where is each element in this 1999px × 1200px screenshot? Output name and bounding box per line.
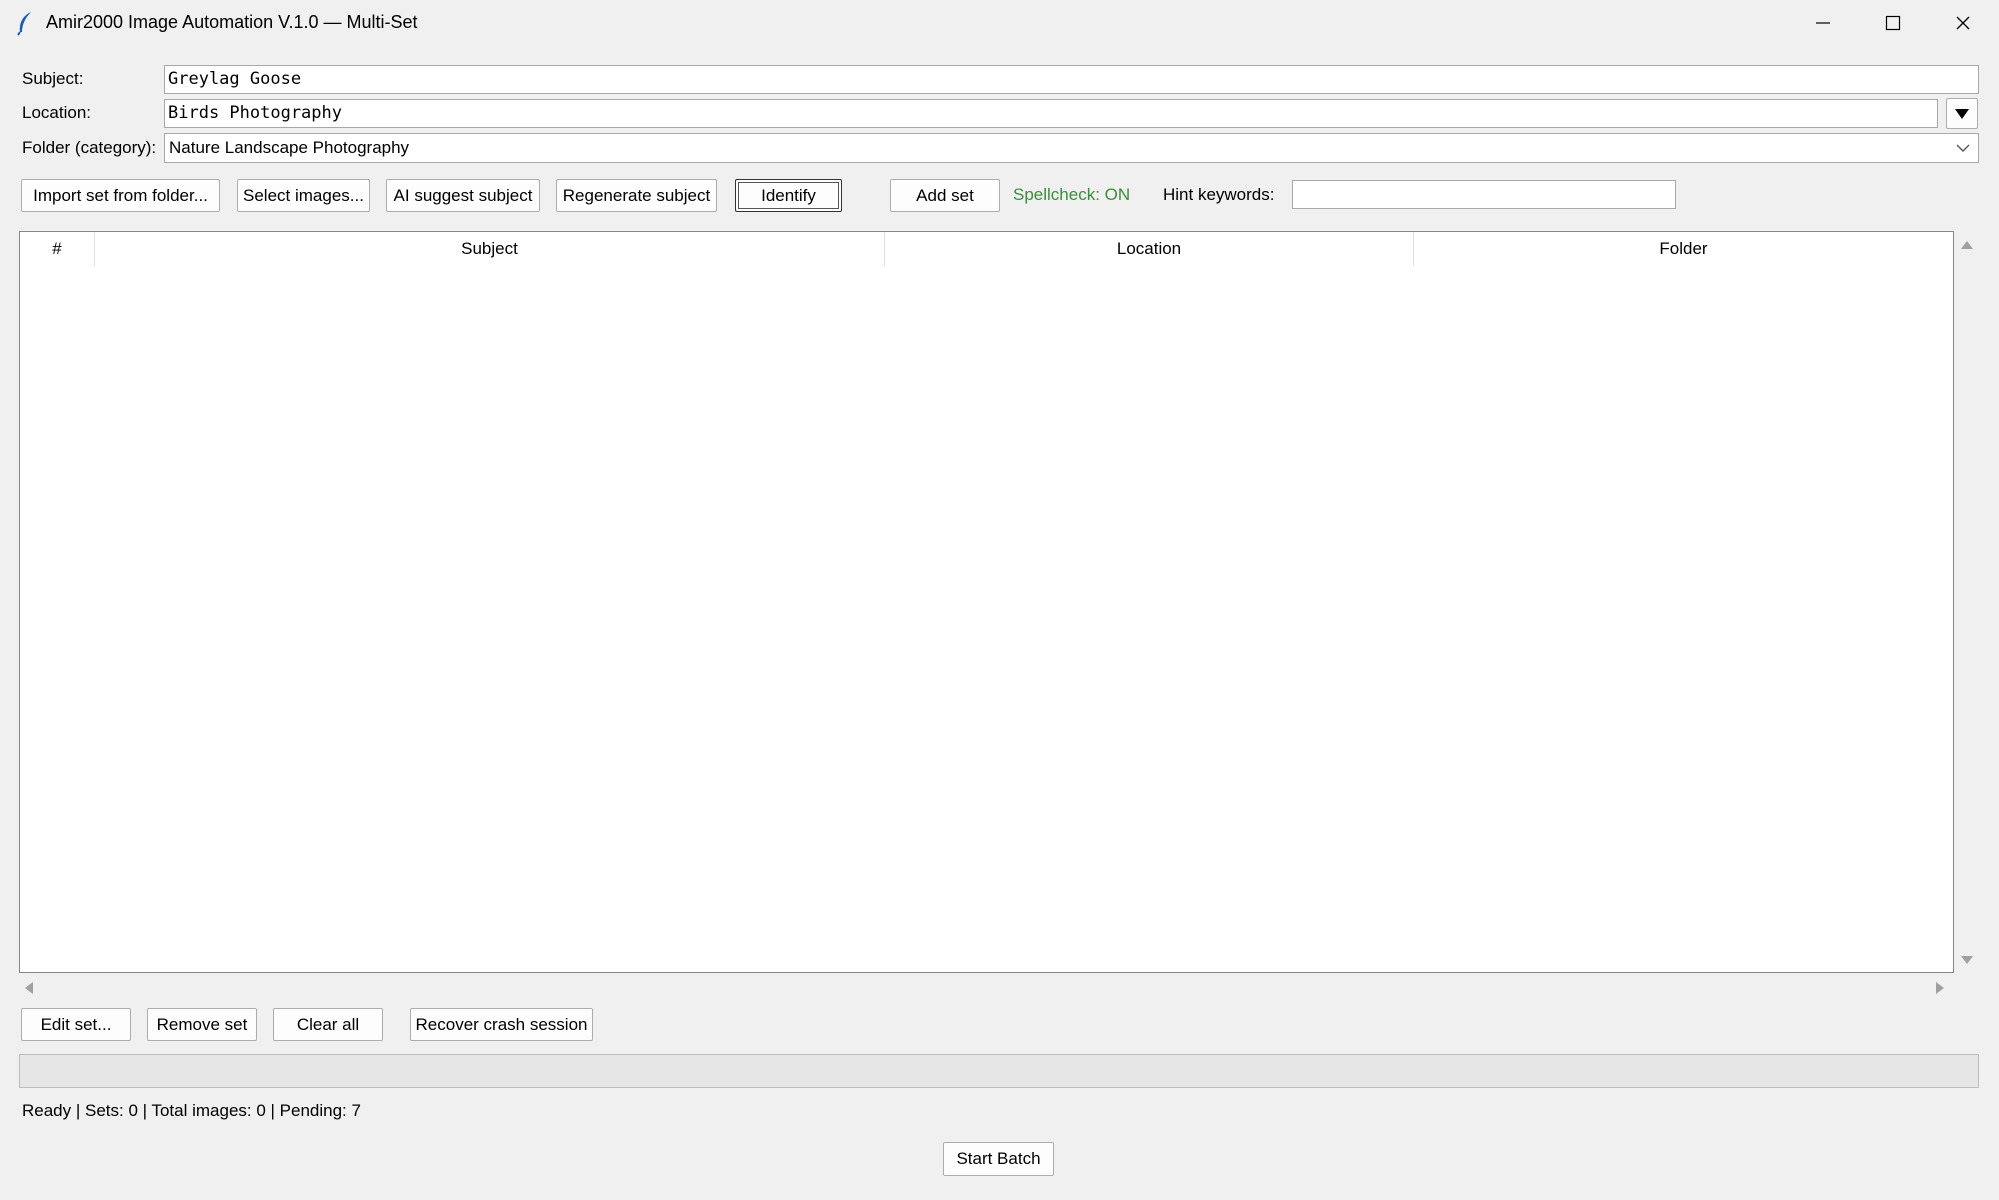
spellcheck-status: Spellcheck: ON: [1013, 185, 1131, 204]
recover-crash-session-button[interactable]: Recover crash session: [410, 1008, 593, 1041]
status-text: Ready | Sets: 0 | Total images: 0 | Pend…: [22, 1101, 361, 1120]
select-images-button[interactable]: Select images...: [237, 179, 370, 212]
edit-set-button[interactable]: Edit set...: [21, 1008, 131, 1041]
folder-select-value: Nature Landscape Photography: [169, 138, 410, 157]
column-header-subject[interactable]: Subject: [95, 232, 885, 266]
ai-suggest-subject-button[interactable]: AI suggest subject: [386, 179, 540, 212]
subject-input[interactable]: Greylag Goose: [164, 65, 1979, 94]
progress-bar: [19, 1054, 1979, 1088]
subject-label: Subject:: [22, 69, 84, 88]
remove-set-button[interactable]: Remove set: [147, 1008, 257, 1041]
location-input[interactable]: Birds Photography: [164, 99, 1938, 128]
window-title: Amir2000 Image Automation V.1.0 — Multi-…: [46, 12, 418, 32]
scroll-down-icon[interactable]: [1960, 955, 1974, 965]
minimize-icon: [1816, 22, 1830, 24]
scroll-right-icon[interactable]: [1935, 981, 1945, 995]
chevron-down-icon: [1956, 144, 1970, 152]
add-set-button[interactable]: Add set: [890, 179, 1000, 212]
folder-select[interactable]: Nature Landscape Photography: [164, 133, 1979, 163]
column-header-location[interactable]: Location: [885, 232, 1414, 266]
title-bar[interactable]: Amir2000 Image Automation V.1.0 — Multi-…: [0, 0, 1999, 46]
location-history-button[interactable]: [1946, 98, 1978, 129]
location-label: Location:: [22, 103, 91, 122]
regenerate-subject-button[interactable]: Regenerate subject: [556, 179, 717, 212]
column-header-folder[interactable]: Folder: [1414, 232, 1953, 266]
import-set-button[interactable]: Import set from folder...: [21, 179, 220, 212]
vertical-scrollbar[interactable]: [1955, 231, 1979, 973]
close-button[interactable]: [1928, 0, 1998, 46]
hint-keywords-label: Hint keywords:: [1163, 185, 1275, 204]
identify-button[interactable]: Identify: [735, 179, 842, 212]
folder-label: Folder (category):: [22, 138, 157, 157]
clear-all-button[interactable]: Clear all: [273, 1008, 383, 1041]
feather-icon: [17, 12, 31, 36]
start-batch-button[interactable]: Start Batch: [943, 1142, 1054, 1176]
column-header-index[interactable]: #: [20, 232, 95, 266]
scroll-up-icon[interactable]: [1960, 240, 1974, 250]
minimize-button[interactable]: [1788, 0, 1858, 46]
scroll-left-icon[interactable]: [24, 981, 34, 995]
sets-table[interactable]: # Subject Location Folder: [19, 231, 1954, 973]
hint-keywords-input[interactable]: [1292, 180, 1676, 209]
close-icon: [1956, 16, 1970, 30]
horizontal-scrollbar[interactable]: [19, 976, 1954, 998]
maximize-icon: [1885, 15, 1901, 31]
maximize-button[interactable]: [1858, 0, 1928, 46]
triangle-down-icon: [1955, 108, 1969, 119]
